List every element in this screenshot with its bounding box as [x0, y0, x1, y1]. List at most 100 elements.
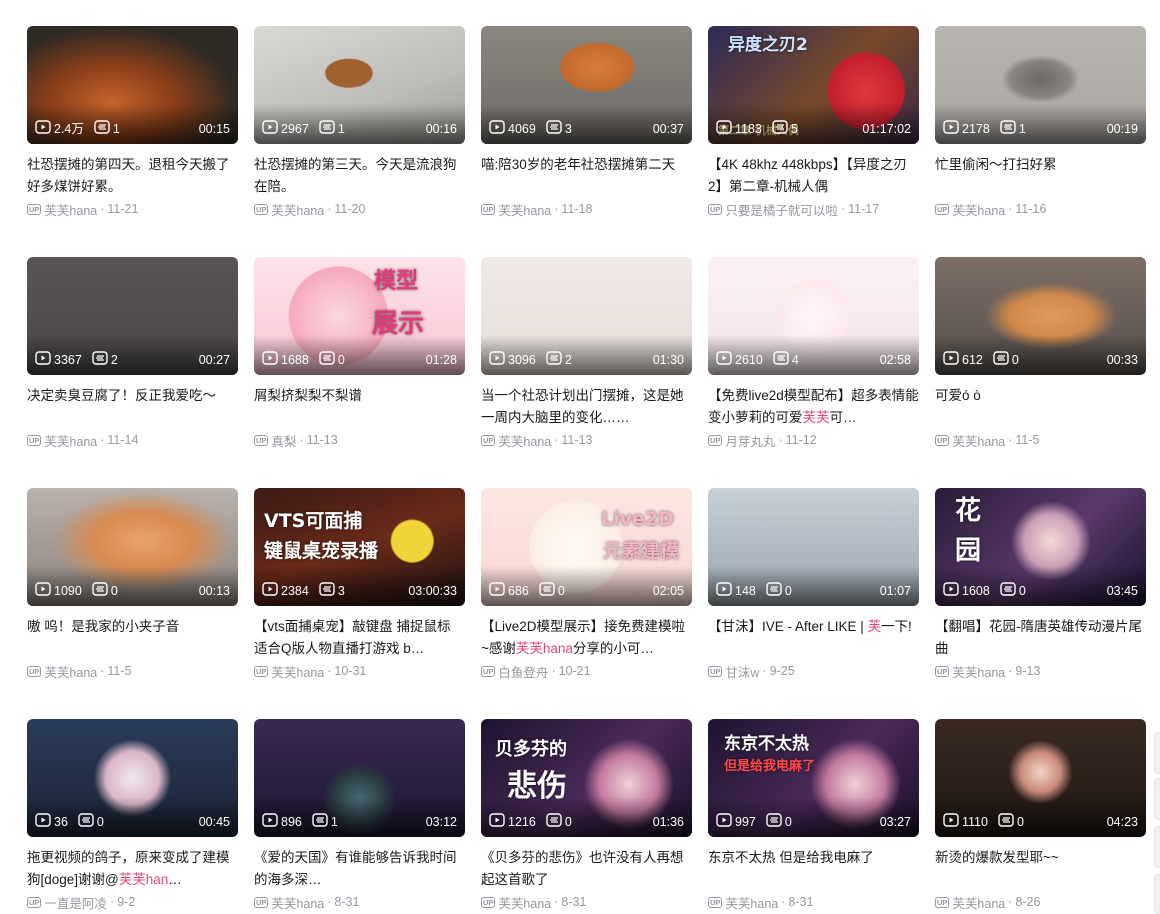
video-thumbnail[interactable]: Live2D 元素建模 686 0 02:05	[481, 488, 692, 606]
video-thumbnail[interactable]: 2610 4 02:58	[708, 257, 919, 375]
play-count-value: 1216	[508, 814, 536, 829]
side-toolbar-tab-4[interactable]	[1154, 874, 1160, 914]
video-card[interactable]: 2178 1 00:19 忙里偷闲～打扫好累 UP 芙芙hana · 11-16	[935, 26, 1146, 257]
up-badge-icon: UP	[481, 896, 496, 908]
video-thumbnail[interactable]: 4069 3 00:37	[481, 26, 692, 144]
uploader-name[interactable]: 芙芙hana	[725, 893, 778, 912]
uploader-name[interactable]: 芙芙hana	[271, 662, 324, 681]
uploader-name[interactable]: 芙芙hana	[952, 200, 1005, 219]
video-card[interactable]: 36 0 00:45 拖更视频的鸽子，原来变成了建模狗[doge]谢谢@芙芙han… U…	[27, 719, 238, 914]
play-count: 1183	[716, 120, 762, 137]
video-title[interactable]: 【Live2D模型展示】接免费建模啦~感谢芙芙hana分享的小可…	[481, 616, 692, 660]
video-thumbnail[interactable]: VTS可面捕 键鼠桌宠录播 2384 3 03:00:33	[254, 488, 465, 606]
video-thumbnail[interactable]: 2.4万 1 00:15	[27, 26, 238, 144]
video-title[interactable]: 社恐摆摊的第三天。今天是流浪狗在陪。	[254, 154, 465, 198]
up-badge-icon: UP	[935, 896, 950, 908]
video-card[interactable]: Live2D 元素建模 686 0 02:05 【Live2D模型展示】接免费建模啦~感谢…	[481, 488, 692, 719]
video-title[interactable]: 忙里偷闲～打扫好累	[935, 154, 1146, 198]
video-thumbnail[interactable]: 异度之刃2第二章 机械人偶1183501:17:02	[708, 26, 919, 144]
video-title[interactable]: 决定卖臭豆腐了！反正我爱吃～	[27, 385, 238, 429]
thumbnail-caption: VTS可面捕	[264, 510, 363, 532]
video-duration: 03:45	[1106, 583, 1138, 598]
video-card[interactable]: 2610 4 02:58 【免费live2d模型配布】超多表情能变小萝莉的可爱芙芙可……	[708, 257, 919, 488]
side-toolbar-tab-3[interactable]	[1154, 826, 1160, 868]
meta-separator: ·	[100, 664, 105, 678]
video-thumbnail[interactable]: 36 0 00:45	[27, 719, 238, 837]
video-title[interactable]: 【免费live2d模型配布】超多表情能变小萝莉的可爱芙芙可…	[708, 385, 919, 429]
uploader-name[interactable]: 芙芙hana	[271, 893, 324, 912]
video-card[interactable]: 东京不太热 但是给我电麻了 997 0 03:27 东京不太热 但是给我电麻了 UP 芙芙ha…	[708, 719, 919, 914]
video-card[interactable]: 1110 0 04:23 新烫的爆款发型耶~~ UP 芙芙hana · 8-26	[935, 719, 1146, 914]
uploader-name[interactable]: 一直是阿凌	[44, 893, 107, 912]
video-card[interactable]: 1090 0 00:13 嗷 呜！是我家的小夹子音 UP 芙芙hana · 11-5	[27, 488, 238, 719]
video-duration: 00:13	[198, 583, 230, 598]
video-card[interactable]: 612 0 00:33 可爱ó ò UP 芙芙hana · 11-5	[935, 257, 1146, 488]
video-title[interactable]: 《爱的天国》有谁能够告诉我时间的海多深…	[254, 847, 465, 891]
video-title[interactable]: 喵:陪30岁的老年社恐摆摊第二天	[481, 154, 692, 198]
video-thumbnail[interactable]: 贝多芬的 悲伤 1216 0 01:36	[481, 719, 692, 837]
video-title[interactable]: 社恐摆摊的第四天。退租今天搬了好多煤饼好累。	[27, 154, 238, 198]
danmaku-count: 0	[766, 582, 792, 599]
video-card[interactable]: 花园 1608 0 03:45 【翻唱】花园-隋唐英雄传动漫片尾曲 UP 芙芙hana · 9-…	[935, 488, 1146, 719]
video-meta: UP 一直是阿凌 · 9-2	[27, 893, 238, 911]
video-card[interactable]: 896 1 03:12 《爱的天国》有谁能够告诉我时间的海多深… UP 芙芙hana · 8-…	[254, 719, 465, 914]
video-title[interactable]: 嗷 呜！是我家的小夹子音	[27, 616, 238, 660]
uploader-name[interactable]: 芙芙hana	[44, 662, 97, 681]
video-title[interactable]: 【甘沫】IVE - After LIKE | 芙一下!	[708, 616, 919, 660]
uploader-name[interactable]: 芙芙hana	[952, 431, 1005, 450]
video-card[interactable]: 异度之刃2第二章 机械人偶1183501:17:02 【4K 48khz 448k…	[708, 26, 919, 257]
danmaku-count: 0	[539, 582, 565, 599]
uploader-name[interactable]: 芙芙hana	[44, 431, 97, 450]
video-title[interactable]: 【vts面捕桌宠】敲键盘 捕捉鼠标 适合Q版人物直播打游戏 b…	[254, 616, 465, 660]
uploader-name[interactable]: 真梨	[271, 431, 296, 450]
video-thumbnail[interactable]: 1110 0 04:23	[935, 719, 1146, 837]
uploader-name[interactable]: 芙芙hana	[498, 200, 551, 219]
uploader-name[interactable]: 甘沫w	[725, 662, 759, 681]
video-title[interactable]: 【4K 48khz 448kbps】【异度之刃2】第二章-机械人偶	[708, 154, 919, 198]
upload-date: 8-31	[334, 895, 360, 909]
uploader-name[interactable]: 白鱼登舟	[498, 662, 548, 681]
danmaku-count-value: 2	[110, 352, 118, 367]
uploader-name[interactable]: 芙芙hana	[271, 200, 324, 219]
video-card[interactable]: 模型 展示 1688 0 01:28 屑梨挤梨梨不梨谱 UP 真梨 · 11-13	[254, 257, 465, 488]
video-thumbnail[interactable]: 2967 1 00:16	[254, 26, 465, 144]
video-title[interactable]: 东京不太热 但是给我电麻了	[708, 847, 919, 891]
video-title[interactable]: 屑梨挤梨梨不梨谱	[254, 385, 465, 429]
video-card[interactable]: 3096 2 01:30 当一个社恐计划出门摆摊，这是她一周内大脑里的变化…… UP 芙芙…	[481, 257, 692, 488]
side-toolbar-tab-1[interactable]	[1154, 732, 1160, 774]
uploader-name[interactable]: 月芽丸丸	[725, 431, 775, 450]
video-thumbnail[interactable]: 模型 展示 1688 0 01:28	[254, 257, 465, 375]
uploader-name[interactable]: 芙芙hana	[952, 662, 1005, 681]
video-thumbnail[interactable]: 896 1 03:12	[254, 719, 465, 837]
video-thumbnail[interactable]: 148 0 01:07	[708, 488, 919, 606]
video-thumbnail[interactable]: 3096 2 01:30	[481, 257, 692, 375]
video-card[interactable]: 4069 3 00:37 喵:陪30岁的老年社恐摆摊第二天 UP 芙芙hana · 11-18	[481, 26, 692, 257]
uploader-name[interactable]: 芙芙hana	[498, 893, 551, 912]
video-card[interactable]: VTS可面捕 键鼠桌宠录播 2384 3 03:00:33 【vts面捕桌宠】敲键盘 捕捉…	[254, 488, 465, 719]
video-title[interactable]: 《贝多芬的悲伤》也许没有人再想起这首歌了	[481, 847, 692, 891]
uploader-name[interactable]: 芙芙hana	[44, 200, 97, 219]
video-thumbnail[interactable]: 3367 2 00:27	[27, 257, 238, 375]
uploader-name[interactable]: 芙芙hana	[498, 431, 551, 450]
video-card[interactable]: 2.4万 1 00:15 社恐摆摊的第四天。退租今天搬了好多煤饼好累。 UP 芙芙hana…	[27, 26, 238, 257]
title-text: 分享的小可…	[572, 641, 654, 656]
side-toolbar-tab-2[interactable]	[1154, 778, 1160, 820]
video-card[interactable]: 贝多芬的 悲伤 1216 0 01:36 《贝多芬的悲伤》也许没有人再想起这首歌了 UP 芙芙…	[481, 719, 692, 914]
uploader-name[interactable]: 只要是橘子就可以啦	[725, 200, 838, 219]
video-thumbnail[interactable]: 东京不太热 但是给我电麻了 997 0 03:27	[708, 719, 919, 837]
video-card[interactable]: 3367 2 00:27 决定卖臭豆腐了！反正我爱吃～ UP 芙芙hana · 11-14	[27, 257, 238, 488]
video-title[interactable]: 当一个社恐计划出门摆摊，这是她一周内大脑里的变化……	[481, 385, 692, 429]
video-thumbnail[interactable]: 花园 1608 0 03:45	[935, 488, 1146, 606]
video-card[interactable]: 148 0 01:07 【甘沫】IVE - After LIKE | 芙一下! UP 甘沫…	[708, 488, 919, 719]
video-card[interactable]: 2967 1 00:16 社恐摆摊的第三天。今天是流浪狗在陪。 UP 芙芙hana · 11-…	[254, 26, 465, 257]
video-thumbnail[interactable]: 2178 1 00:19	[935, 26, 1146, 144]
video-title[interactable]: 拖更视频的鸽子，原来变成了建模狗[doge]谢谢@芙芙han…	[27, 847, 238, 891]
uploader-name[interactable]: 芙芙hana	[952, 893, 1005, 912]
video-title[interactable]: 【翻唱】花园-隋唐英雄传动漫片尾曲	[935, 616, 1146, 660]
video-title[interactable]: 新烫的爆款发型耶~~	[935, 847, 1146, 891]
video-thumbnail[interactable]: 612 0 00:33	[935, 257, 1146, 375]
video-thumbnail[interactable]: 1090 0 00:13	[27, 488, 238, 606]
play-count-icon	[716, 813, 735, 830]
video-title[interactable]: 可爱ó ò	[935, 385, 1146, 429]
play-count-value: 1688	[281, 352, 309, 367]
